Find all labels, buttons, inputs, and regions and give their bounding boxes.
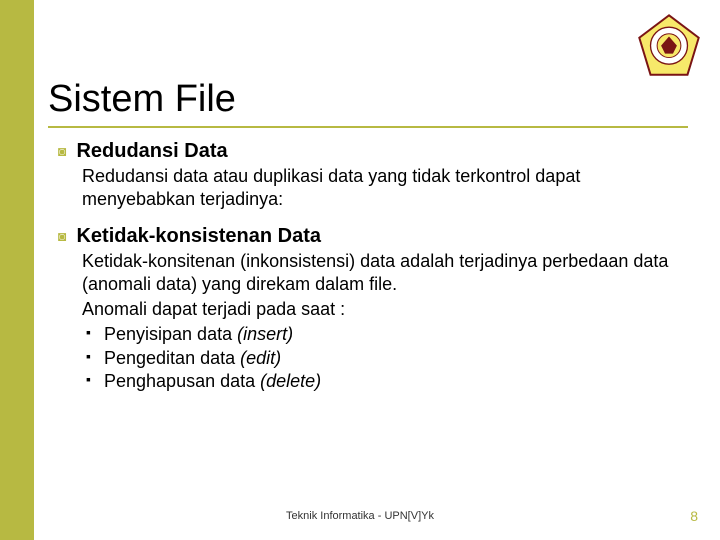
- body-text: Ketidak-konsitenan (inkonsistensi) data …: [82, 250, 678, 296]
- body-text: Redudansi data atau duplikasi data yang …: [82, 165, 678, 211]
- page-number: 8: [690, 508, 698, 524]
- bullet-item: ◙ Ketidak-konsistenan Data Ketidak-konsi…: [58, 225, 678, 393]
- bullet-heading: Ketidak-konsistenan Data: [76, 225, 321, 248]
- list-item: Pengeditan data (edit): [82, 347, 678, 370]
- slide-title: Sistem File: [48, 78, 236, 121]
- bullet-heading: Redudansi Data: [76, 140, 227, 163]
- university-logo: [636, 14, 702, 80]
- shadowed-bullet-icon: ◙: [58, 140, 66, 162]
- slide-content: ◙ Redudansi Data Redudansi data atau dup…: [58, 140, 678, 407]
- list-item: Penghapusan data (delete): [82, 370, 678, 393]
- bullet-item: ◙ Redudansi Data Redudansi data atau dup…: [58, 140, 678, 211]
- list-item: Penyisipan data (insert): [82, 323, 678, 346]
- title-underline: [48, 126, 688, 128]
- left-accent-bar: [0, 0, 34, 540]
- footer-text: Teknik Informatika - UPN[V]Yk: [0, 510, 720, 522]
- body-text: Anomali dapat terjadi pada saat :: [82, 298, 678, 321]
- sub-list: Penyisipan data (insert) Pengeditan data…: [82, 323, 678, 393]
- shadowed-bullet-icon: ◙: [58, 225, 66, 247]
